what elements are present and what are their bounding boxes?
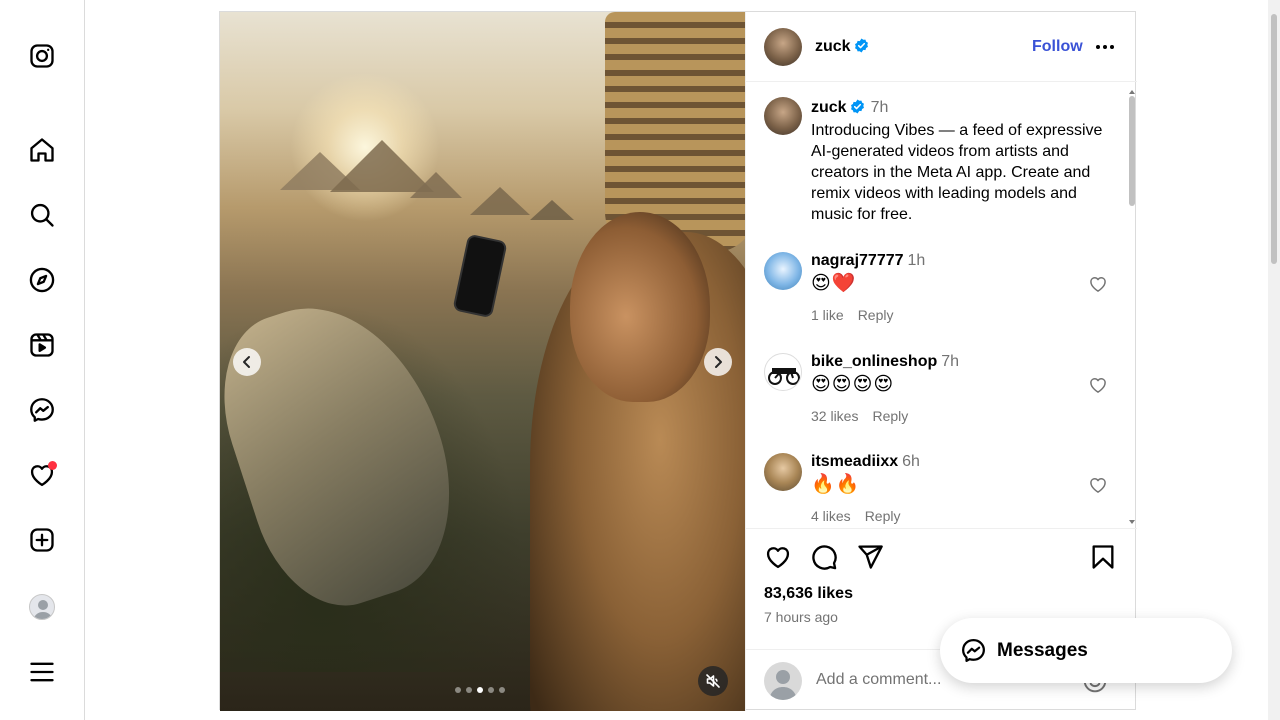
- comment-likes[interactable]: 32 likes: [811, 408, 858, 424]
- comment-username[interactable]: itsmeadiixx: [811, 453, 898, 470]
- post-timestamp[interactable]: 7 hours ago: [764, 609, 838, 625]
- more-menu-icon[interactable]: [27, 657, 57, 687]
- comments-scrollbar[interactable]: [1129, 90, 1135, 524]
- page-scrollbar[interactable]: [1268, 0, 1280, 720]
- comment-likes[interactable]: 1 like: [811, 307, 844, 323]
- comment-text: 😍❤️: [811, 273, 857, 294]
- notifications-heart-icon[interactable]: [27, 460, 57, 490]
- messages-button[interactable]: Messages: [940, 618, 1232, 683]
- author-name-row: zuck: [815, 38, 869, 56]
- comment-time: 7h: [941, 353, 960, 370]
- carousel-dot: [499, 687, 505, 693]
- comment-item: bike_onlineshop 7h 😍😍😍😍 32 likes Reply: [746, 353, 1137, 453]
- comment-time: 1h: [907, 252, 926, 269]
- reply-button[interactable]: Reply: [865, 508, 901, 524]
- reels-icon[interactable]: [27, 330, 57, 360]
- next-media-button[interactable]: [704, 348, 732, 376]
- save-bookmark-icon[interactable]: [1089, 543, 1119, 573]
- left-sidebar: [0, 0, 85, 720]
- comment-text: 😍😍😍😍: [811, 374, 895, 395]
- current-user-avatar: [764, 662, 802, 700]
- likes-count[interactable]: 83,636 likes: [764, 585, 853, 603]
- caption-header: zuck 7h: [811, 99, 888, 117]
- caption-author-avatar[interactable]: [764, 97, 802, 135]
- author-avatar[interactable]: [764, 28, 802, 66]
- caption-time[interactable]: 7h: [871, 99, 889, 116]
- instagram-logo-icon[interactable]: [27, 41, 57, 71]
- messenger-icon[interactable]: [27, 395, 57, 425]
- follow-button[interactable]: Follow: [1032, 38, 1083, 56]
- share-send-icon[interactable]: [856, 543, 886, 573]
- comment-item: nagraj77777 1h 😍❤️ 1 like Reply: [746, 252, 1137, 352]
- caption-text: Introducing Vibes — a feed of expressive…: [811, 122, 1103, 223]
- search-icon[interactable]: [27, 200, 57, 230]
- carousel-dot: [488, 687, 494, 693]
- more-options-icon[interactable]: [1094, 36, 1116, 58]
- post-side-panel: zuck Follow zuck 7h Introducing Vibes — a…: [745, 12, 1137, 711]
- post-modal: zuck Follow zuck 7h Introducing Vibes — a…: [219, 11, 1137, 711]
- verified-badge-icon: [850, 99, 864, 114]
- reply-button[interactable]: Reply: [872, 408, 908, 424]
- comment-bubble-icon[interactable]: [810, 543, 840, 573]
- messages-label: Messages: [997, 640, 1088, 661]
- commenter-avatar[interactable]: [764, 353, 802, 391]
- comment-like-heart-icon[interactable]: [1088, 375, 1108, 395]
- post-media-video[interactable]: [220, 12, 745, 711]
- messenger-icon: [962, 639, 985, 662]
- author-username[interactable]: zuck: [815, 38, 851, 55]
- comment-username[interactable]: bike_onlineshop: [811, 353, 937, 370]
- chevron-left-icon: [243, 356, 250, 368]
- carousel-dot: [477, 687, 483, 693]
- verified-badge-icon: [854, 38, 868, 53]
- comment-time: 6h: [902, 453, 920, 470]
- commenter-avatar[interactable]: [764, 252, 802, 290]
- post-header: zuck Follow: [746, 12, 1137, 82]
- like-heart-icon[interactable]: [764, 543, 794, 573]
- caption-username[interactable]: zuck: [811, 99, 847, 116]
- comment-like-heart-icon[interactable]: [1088, 274, 1108, 294]
- profile-avatar[interactable]: [27, 592, 57, 622]
- mute-toggle-button[interactable]: [698, 666, 728, 696]
- comment-like-heart-icon[interactable]: [1088, 475, 1108, 495]
- carousel-dot: [455, 687, 461, 693]
- explore-icon[interactable]: [27, 265, 57, 295]
- commenter-avatar[interactable]: [764, 453, 802, 491]
- speaker-muted-icon: [706, 674, 720, 688]
- chevron-right-icon: [715, 356, 722, 368]
- comment-likes[interactable]: 4 likes: [811, 508, 851, 524]
- carousel-dot: [466, 687, 472, 693]
- carousel-dots: [455, 687, 505, 693]
- previous-media-button[interactable]: [233, 348, 261, 376]
- comment-item: itsmeadiixx 6h 🔥🔥 4 likes Reply: [746, 453, 1137, 528]
- comments-section: zuck 7h Introducing Vibes — a feed of exp…: [746, 82, 1137, 528]
- notification-dot: [48, 461, 57, 470]
- comment-text: 🔥🔥: [811, 474, 861, 495]
- create-plus-icon[interactable]: [27, 525, 57, 555]
- comment-username[interactable]: nagraj77777: [811, 252, 904, 269]
- home-icon[interactable]: [27, 135, 57, 165]
- reply-button[interactable]: Reply: [858, 307, 894, 323]
